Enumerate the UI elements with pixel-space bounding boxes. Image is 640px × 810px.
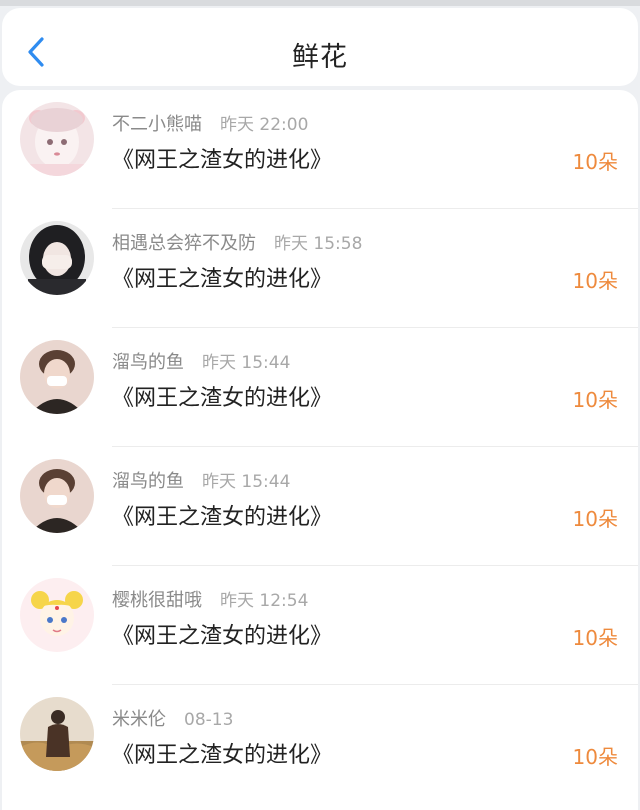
avatar[interactable] (20, 578, 94, 652)
sender-line: 相遇总会猝不及防 昨天 15:58 (112, 229, 362, 255)
avatar[interactable] (20, 459, 94, 533)
flower-count: 10朵 (572, 507, 618, 531)
sender-line: 樱桃很甜哦 昨天 12:54 (112, 586, 308, 612)
flower-count: 10朵 (572, 745, 618, 769)
timestamp: 昨天 15:58 (274, 234, 363, 254)
flower-list: 不二小熊喵 昨天 22:00 《网王之渣女的进化》 10朵 相遇总会猝不及防 昨天 … (2, 90, 638, 810)
list-item[interactable]: 溜鸟的鱼 昨天 15:44 《网王之渣女的进化》 10朵 (2, 447, 638, 566)
flower-count: 10朵 (572, 150, 618, 174)
flower-count: 10朵 (572, 269, 618, 293)
sender-name[interactable]: 溜鸟的鱼 (112, 471, 184, 492)
timestamp: 昨天 15:44 (202, 353, 291, 373)
book-title[interactable]: 《网王之渣女的进化》 (112, 737, 332, 769)
list-item[interactable]: 相遇总会猝不及防 昨天 15:58 《网王之渣女的进化》 10朵 (2, 209, 638, 328)
book-title[interactable]: 《网王之渣女的进化》 (112, 261, 332, 293)
avatar-sailor-moon-icon (20, 578, 94, 652)
list-item[interactable]: 溜鸟的鱼 昨天 15:44 《网王之渣女的进化》 10朵 (2, 328, 638, 447)
sender-name[interactable]: 米米伦 (112, 709, 166, 730)
sender-name[interactable]: 不二小熊喵 (112, 114, 202, 135)
timestamp: 昨天 12:54 (220, 591, 309, 611)
avatar-masked-man-icon (20, 459, 94, 533)
timestamp: 昨天 15:44 (202, 472, 291, 492)
status-bar-strip (0, 0, 640, 6)
avatar[interactable] (20, 340, 94, 414)
page-title: 鲜花 (292, 42, 348, 73)
book-title[interactable]: 《网王之渣女的进化》 (112, 499, 332, 531)
flower-count: 10朵 (572, 388, 618, 412)
avatar-dark-hair-girl-icon (20, 221, 94, 295)
timestamp: 昨天 22:00 (220, 115, 309, 135)
sender-line: 溜鸟的鱼 昨天 15:44 (112, 348, 290, 374)
sender-line: 溜鸟的鱼 昨天 15:44 (112, 467, 290, 493)
list-item[interactable]: 樱桃很甜哦 昨天 12:54 《网王之渣女的进化》 10朵 (2, 566, 638, 685)
avatar[interactable] (20, 102, 94, 176)
avatar[interactable] (20, 221, 94, 295)
book-title[interactable]: 《网王之渣女的进化》 (112, 142, 332, 174)
sender-line: 米米伦 08-13 (112, 705, 233, 731)
book-title[interactable]: 《网王之渣女的进化》 (112, 380, 332, 412)
avatar[interactable] (20, 697, 94, 771)
list-item[interactable]: 米米伦 08-13 《网王之渣女的进化》 10朵 (2, 685, 638, 804)
book-title[interactable]: 《网王之渣女的进化》 (112, 618, 332, 650)
nav-header: 鲜花 (2, 8, 638, 86)
sender-name[interactable]: 溜鸟的鱼 (112, 352, 184, 373)
sender-line: 不二小熊喵 昨天 22:00 (112, 110, 308, 136)
sender-name[interactable]: 樱桃很甜哦 (112, 590, 202, 611)
avatar-masked-man-icon (20, 340, 94, 414)
avatar-person-field-icon (20, 697, 94, 771)
flower-count: 10朵 (572, 626, 618, 650)
avatar-pink-girl-icon (20, 102, 94, 176)
sender-name[interactable]: 相遇总会猝不及防 (112, 233, 256, 254)
list-item[interactable]: 不二小熊喵 昨天 22:00 《网王之渣女的进化》 10朵 (2, 90, 638, 209)
timestamp: 08-13 (184, 710, 234, 730)
